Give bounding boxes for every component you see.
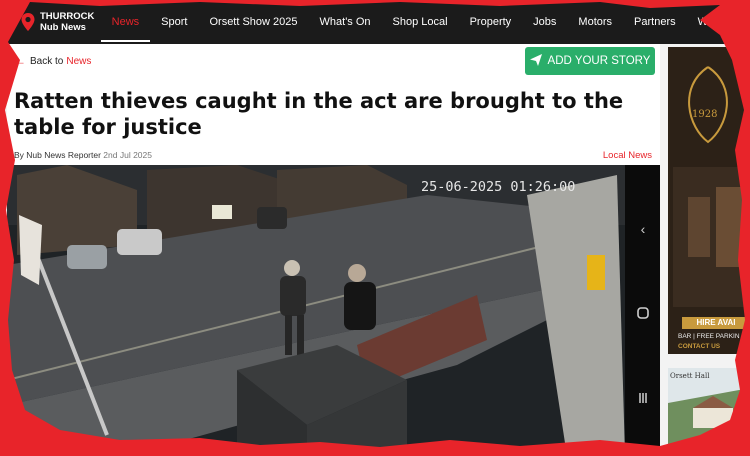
ad-1-artwork: 1928 bbox=[668, 47, 750, 354]
back-label: Back to bbox=[30, 55, 64, 67]
byline-date: 2nd Jul 2025 bbox=[103, 150, 152, 160]
byline: By Nub News Reporter 2nd Jul 2025 bbox=[14, 150, 152, 160]
circle-icon[interactable] bbox=[635, 305, 651, 321]
cctv-timestamp: 25-06-2025 01:26:00 bbox=[421, 179, 576, 195]
nav-item-whats-on[interactable]: What's On bbox=[309, 0, 382, 44]
article-card: ← Back to News ADD YOUR STORY Ratten thi… bbox=[7, 44, 660, 456]
nav-menu: News Sport Orsett Show 2025 What's On Sh… bbox=[100, 0, 750, 44]
back-news-label: News bbox=[66, 55, 92, 67]
cctv-watermark: frontcam bbox=[17, 433, 68, 448]
menu-lines-icon[interactable] bbox=[635, 390, 651, 406]
ad-1-cta: HIRE AVAI bbox=[682, 317, 750, 329]
nav-item-news[interactable]: News bbox=[100, 0, 151, 44]
category-link[interactable]: Local News bbox=[603, 150, 652, 161]
brand-line-1: THURROCK bbox=[40, 11, 95, 22]
byline-author[interactable]: By Nub News Reporter bbox=[14, 150, 101, 160]
cctv-scene bbox=[7, 165, 625, 456]
location-pin-icon bbox=[20, 12, 36, 32]
ad-2-logo: Orsett Hall bbox=[670, 372, 710, 380]
paper-plane-icon bbox=[529, 53, 542, 69]
ad-1-contact: CONTACT US bbox=[678, 343, 721, 350]
page: THURROCK Nub News News Sport Orsett Show… bbox=[0, 0, 750, 456]
sidebar-ad-1[interactable]: 1928 HIRE AVAI BAR | FREE PARKIN CONTACT… bbox=[668, 47, 750, 354]
ad-1-line: BAR | FREE PARKIN bbox=[678, 333, 740, 340]
media-control-bar: ‹ bbox=[625, 165, 660, 456]
chevron-left-icon[interactable]: ‹ bbox=[635, 221, 651, 237]
brand-line-2: Nub News bbox=[40, 22, 86, 33]
nav-item-partners[interactable]: Partners bbox=[623, 0, 687, 44]
arrow-left-icon: ← bbox=[14, 54, 26, 68]
nav-item-property[interactable]: Property bbox=[459, 0, 523, 44]
top-nav: THURROCK Nub News News Sport Orsett Show… bbox=[0, 0, 750, 44]
nav-item-sport[interactable]: Sport bbox=[150, 0, 198, 44]
sidebar-ad-2[interactable]: Orsett Hall bbox=[668, 368, 750, 456]
nav-item-orsett-show[interactable]: Orsett Show 2025 bbox=[198, 0, 308, 44]
article-title: Ratten thieves caught in the act are bro… bbox=[14, 89, 624, 139]
article-image[interactable]: 25-06-2025 01:26:00 frontcam bbox=[7, 165, 625, 456]
add-story-label: ADD YOUR STORY bbox=[547, 55, 651, 67]
brand-logo[interactable]: THURROCK Nub News bbox=[20, 11, 97, 33]
nav-item-shop-local[interactable]: Shop Local bbox=[382, 0, 459, 44]
nav-item-jobs[interactable]: Jobs bbox=[522, 0, 567, 44]
nav-item-motors[interactable]: Motors bbox=[567, 0, 623, 44]
ad-2-artwork bbox=[668, 368, 750, 456]
nav-item-weather[interactable]: Weather bbox=[687, 0, 750, 44]
ad-1-badge: 1928 bbox=[692, 109, 717, 120]
add-story-button[interactable]: ADD YOUR STORY bbox=[525, 47, 655, 75]
back-link[interactable]: ← Back to News bbox=[14, 54, 91, 68]
